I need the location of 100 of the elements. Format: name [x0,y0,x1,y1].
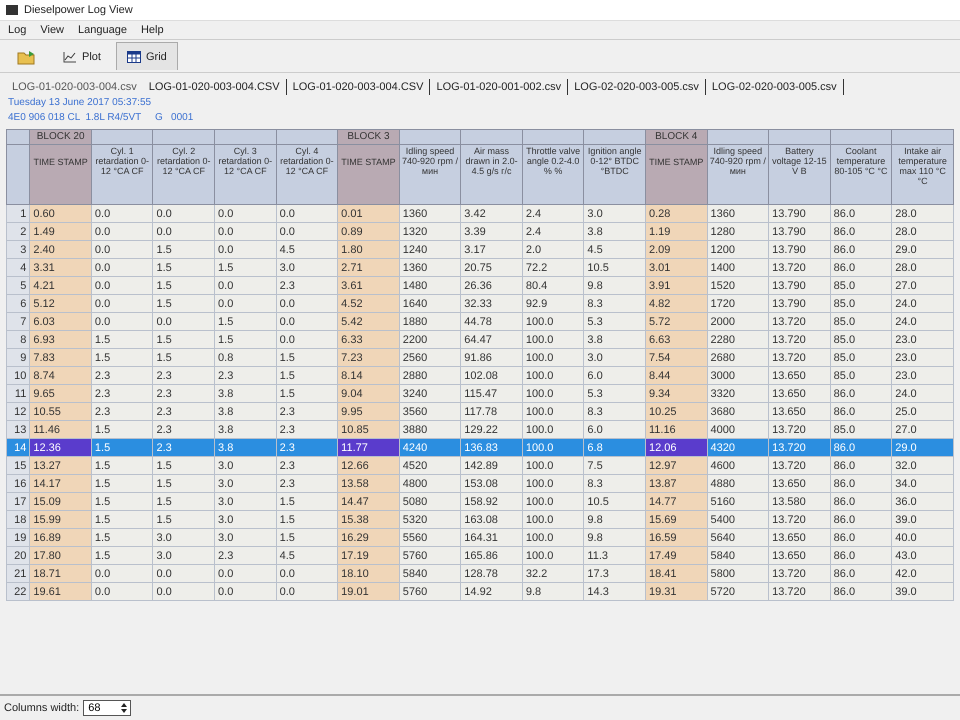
table-cell: 13.720 [768,258,830,276]
table-cell: 10.25 [645,402,708,420]
table-cell: 100.0 [522,456,584,474]
table-cell: 13.650 [768,546,830,564]
table-cell: 2.0 [522,240,584,258]
row-number[interactable]: 12 [6,402,30,420]
table-cell: 1360 [707,204,769,222]
table-cell: 5.3 [584,384,646,402]
row-number[interactable]: 19 [6,528,30,546]
row-number[interactable]: 9 [6,348,30,366]
toolbar-button[interactable]: Plot [52,42,112,70]
row-number[interactable]: 3 [6,240,30,258]
table-cell: 16.59 [645,528,708,546]
table-cell: 102.08 [460,366,522,384]
table-cell: 136.83 [460,438,522,456]
table-cell: 3.8 [584,222,646,240]
row-number[interactable]: 20 [6,546,30,564]
table-cell: 5760 [399,546,461,564]
menu-item[interactable]: Language [78,24,127,36]
row-number[interactable]: 22 [6,582,30,600]
table-cell: 11.46 [30,420,92,438]
row-number[interactable]: 4 [6,258,30,276]
table-cell: 6.63 [645,330,708,348]
menu-item[interactable]: View [40,24,64,36]
table-cell: 39.0 [892,510,954,528]
table-cell: 34.0 [892,474,954,492]
block-header [399,130,461,144]
table-cell: 0.0 [276,330,338,348]
table-cell: 2.71 [338,258,400,276]
table-cell: 3.8 [214,420,276,438]
row-number[interactable]: 1 [6,204,30,222]
column-header: TIME STAMP [645,144,708,204]
row-number[interactable]: 10 [6,366,30,384]
table-cell: 17.49 [645,546,708,564]
row-number[interactable]: 7 [6,312,30,330]
table-cell: 86.0 [830,204,892,222]
table-cell: 17.80 [30,546,92,564]
table-cell: 2.4 [522,222,584,240]
row-number[interactable]: 16 [6,474,30,492]
table-cell: 0.0 [152,564,215,582]
table-cell: 3.42 [460,204,522,222]
table-cell: 9.34 [645,384,708,402]
table-cell: 86.0 [830,222,892,240]
row-number[interactable]: 15 [6,456,30,474]
table-cell: 4.52 [338,294,400,312]
row-number[interactable]: 13 [6,420,30,438]
table-cell: 1.5 [276,348,338,366]
table-cell: 0.0 [152,312,215,330]
table-cell: 3.8 [584,330,646,348]
columns-width-spinner[interactable]: 68 [83,700,132,716]
row-number[interactable]: 11 [6,384,30,402]
toolbar-button[interactable]: Grid [116,42,178,70]
table-cell: 13.790 [768,204,830,222]
table-cell: 6.93 [30,330,92,348]
table-cell: 0.0 [91,240,153,258]
row-number[interactable]: 5 [6,276,30,294]
table-cell: 4.5 [276,240,338,258]
table-cell: 5320 [399,510,461,528]
row-number[interactable]: 2 [6,222,30,240]
table-cell: 2.3 [152,384,215,402]
table-cell: 3.01 [645,258,708,276]
table-cell: 1.5 [91,510,153,528]
table-cell: 1.5 [152,456,215,474]
table-cell: 3880 [399,420,461,438]
table-cell: 91.86 [460,348,522,366]
table-cell: 16.89 [30,528,92,546]
table-cell: 0.0 [276,222,338,240]
window-title: Dieselpower Log View [24,4,133,16]
row-number[interactable]: 21 [6,564,30,582]
table-cell: 10.85 [338,420,400,438]
table-cell: 27.0 [892,276,954,294]
menu-item[interactable]: Help [140,24,164,36]
table-cell: 5080 [399,492,461,510]
table-cell: 10.5 [584,492,646,510]
row-number[interactable]: 6 [6,294,30,312]
table-cell: 3240 [399,384,461,402]
table-cell: 3.31 [30,258,92,276]
table-cell: 15.09 [30,492,92,510]
row-number[interactable]: 8 [6,330,30,348]
table-cell: 8.14 [338,366,400,384]
row-number[interactable]: 18 [6,510,30,528]
block-header [768,130,830,144]
row-number[interactable]: 17 [6,492,30,510]
table-cell: 100.0 [522,330,584,348]
menu-item[interactable]: Log [8,24,26,36]
table-cell: 2.40 [30,240,92,258]
table-cell: 163.08 [460,510,522,528]
table-cell: 2880 [399,366,461,384]
table-cell: 129.22 [460,420,522,438]
table-cell: 1400 [707,258,769,276]
table-cell: 3320 [707,384,769,402]
column-header: Cyl. 4 retardation 0-12 °CA CF [276,144,338,204]
table-cell: 36.0 [892,492,954,510]
table-cell: 3680 [707,402,769,420]
table-cell: 3.39 [460,222,522,240]
column-header: Air mass drawn in 2.0-4.5 g/s г/с [460,144,522,204]
table-cell: 86.0 [830,402,892,420]
table-cell: 85.0 [830,276,892,294]
table-cell: 8.74 [30,366,92,384]
table-cell: 19.61 [30,582,92,600]
